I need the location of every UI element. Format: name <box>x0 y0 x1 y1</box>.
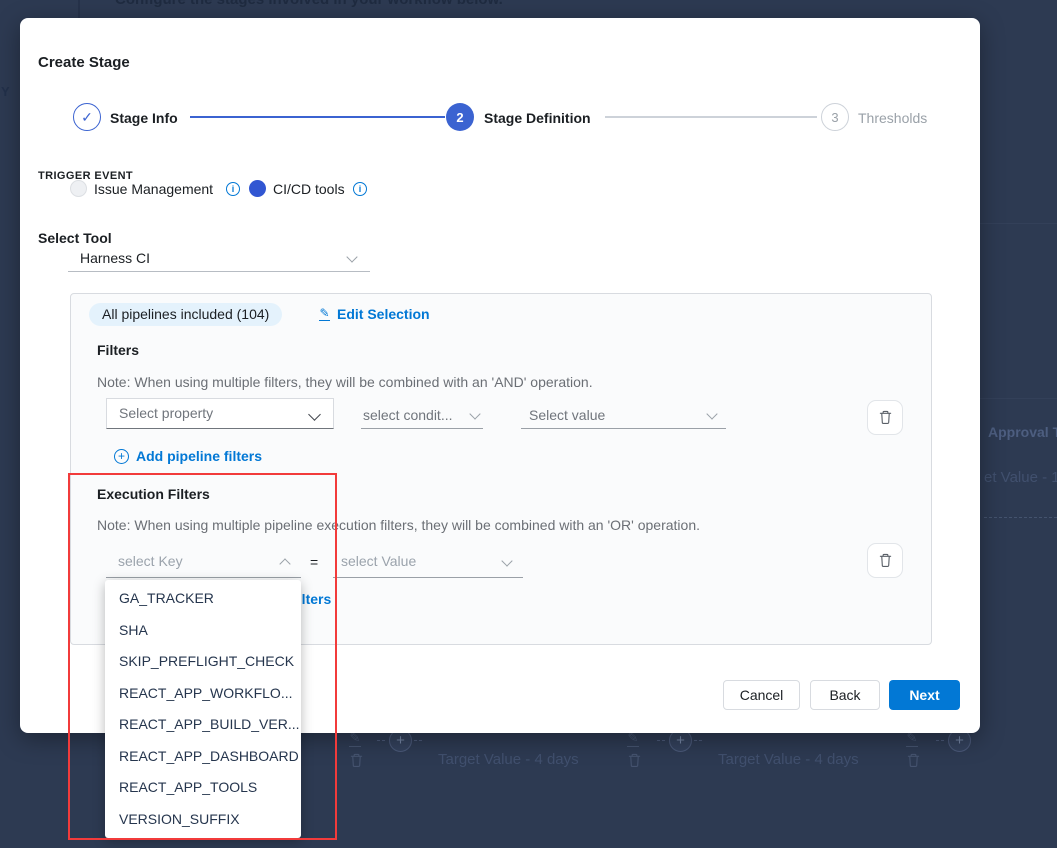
back-button[interactable]: Back <box>810 680 880 710</box>
background-divider <box>78 0 80 18</box>
chevron-up-icon <box>279 558 290 569</box>
background-card-label: Target Value - 4 days <box>718 751 859 768</box>
key-select[interactable]: select Key <box>106 548 301 578</box>
exec-value-select[interactable]: select Value <box>333 548 523 578</box>
background-row-divider <box>980 398 1057 399</box>
plus-circle-icon: + <box>114 449 129 464</box>
add-pipeline-filters-link[interactable]: + Add pipeline filters <box>114 448 262 464</box>
background-dashed-line <box>984 517 1057 518</box>
equals-sign: = <box>310 554 318 570</box>
tool-select-value: Harness CI <box>80 250 150 266</box>
pipelines-included-chip: All pipelines included (104) <box>89 303 282 326</box>
step-upcoming-circle[interactable]: 3 <box>821 103 849 131</box>
dropdown-option[interactable]: REACT_APP_DASHBOARD <box>105 741 301 773</box>
check-icon: ✓ <box>81 109 93 126</box>
stepper-connector <box>190 116 445 118</box>
dropdown-option[interactable]: VERSION_SUFFIX <box>105 804 301 836</box>
stepper-connector <box>605 116 817 118</box>
next-button[interactable]: Next <box>889 680 960 710</box>
key-select-placeholder: select Key <box>118 553 183 569</box>
dropdown-option[interactable]: GA_TRACKER <box>105 583 301 615</box>
chevron-down-icon <box>308 408 321 421</box>
trash-icon <box>878 553 893 568</box>
step-label-stage-info: Stage Info <box>110 110 178 126</box>
property-select[interactable]: Select property <box>106 398 334 429</box>
edit-selection-link[interactable]: ✎ Edit Selection <box>319 306 430 322</box>
add-pipeline-filters-label: Add pipeline filters <box>136 448 262 464</box>
execution-filters-title: Execution Filters <box>97 486 210 502</box>
value-select[interactable]: Select value <box>521 404 726 429</box>
background-cell-fragment: et Value - 1 <box>984 469 1057 486</box>
key-select-dropdown: GA_TRACKER SHA SKIP_PREFLIGHT_CHECK REAC… <box>105 580 301 838</box>
filters-title: Filters <box>97 342 139 358</box>
background-page-heading: Configure the stages involved in your wo… <box>115 0 503 8</box>
radio-label-issue-management: Issue Management <box>94 181 213 198</box>
chevron-down-icon <box>501 555 512 566</box>
dropdown-option[interactable]: REACT_APP_BUILD_VER... <box>105 709 301 741</box>
edit-selection-label: Edit Selection <box>337 306 430 322</box>
dropdown-option[interactable]: REACT_APP_TOOLS <box>105 772 301 804</box>
dashed-connector <box>694 740 702 741</box>
step-active-circle[interactable]: 2 <box>446 103 474 131</box>
dashed-connector <box>657 740 665 741</box>
condition-select-placeholder: select condit... <box>363 407 453 423</box>
value-select-placeholder: Select value <box>529 407 605 423</box>
dropdown-option[interactable]: SHA <box>105 615 301 647</box>
dashed-connector <box>414 740 422 741</box>
dashed-connector <box>377 740 385 741</box>
execution-filters-note: Note: When using multiple pipeline execu… <box>97 517 700 533</box>
dashed-connector <box>936 740 944 741</box>
radio-label-cicd-tools: CI/CD tools <box>273 181 345 198</box>
edit-icon: ✎ <box>906 732 918 747</box>
radio-cicd-tools[interactable] <box>249 180 266 197</box>
property-select-placeholder: Select property <box>119 405 213 421</box>
filters-note: Note: When using multiple filters, they … <box>97 374 593 390</box>
trash-icon <box>349 753 364 773</box>
background-row-divider <box>980 223 1057 224</box>
cancel-button[interactable]: Cancel <box>723 680 800 710</box>
edit-icon: ✎ <box>349 732 361 747</box>
dropdown-option[interactable]: REACT_APP_WORKFLO... <box>105 678 301 710</box>
edit-icon: ✎ <box>627 732 639 747</box>
background-card-label: Target Value - 4 days <box>438 751 579 768</box>
trash-icon <box>627 753 642 773</box>
tool-select[interactable]: Harness CI <box>68 244 370 272</box>
modal-title: Create Stage <box>38 54 130 71</box>
chevron-down-icon <box>706 408 717 419</box>
step-label-thresholds: Thresholds <box>858 110 927 126</box>
chevron-down-icon <box>346 251 357 262</box>
info-icon[interactable]: i <box>226 182 240 196</box>
step-complete-circle[interactable]: ✓ <box>73 103 101 131</box>
background-column-header: Approval Ti <box>988 424 1057 440</box>
delete-filter-button[interactable] <box>867 400 903 435</box>
trash-icon <box>878 410 893 425</box>
trash-icon <box>906 753 921 773</box>
radio-issue-management[interactable] <box>70 180 87 197</box>
condition-select[interactable]: select condit... <box>361 404 483 429</box>
background-left-text-fragment: Y <box>1 84 10 99</box>
step-label-stage-definition: Stage Definition <box>484 110 591 126</box>
dropdown-option[interactable]: SKIP_PREFLIGHT_CHECK <box>105 646 301 678</box>
exec-value-select-placeholder: select Value <box>341 553 416 569</box>
info-icon[interactable]: i <box>353 182 367 196</box>
edit-icon: ✎ <box>319 308 330 321</box>
chevron-down-icon <box>469 408 480 419</box>
delete-execution-filter-button[interactable] <box>867 543 903 578</box>
